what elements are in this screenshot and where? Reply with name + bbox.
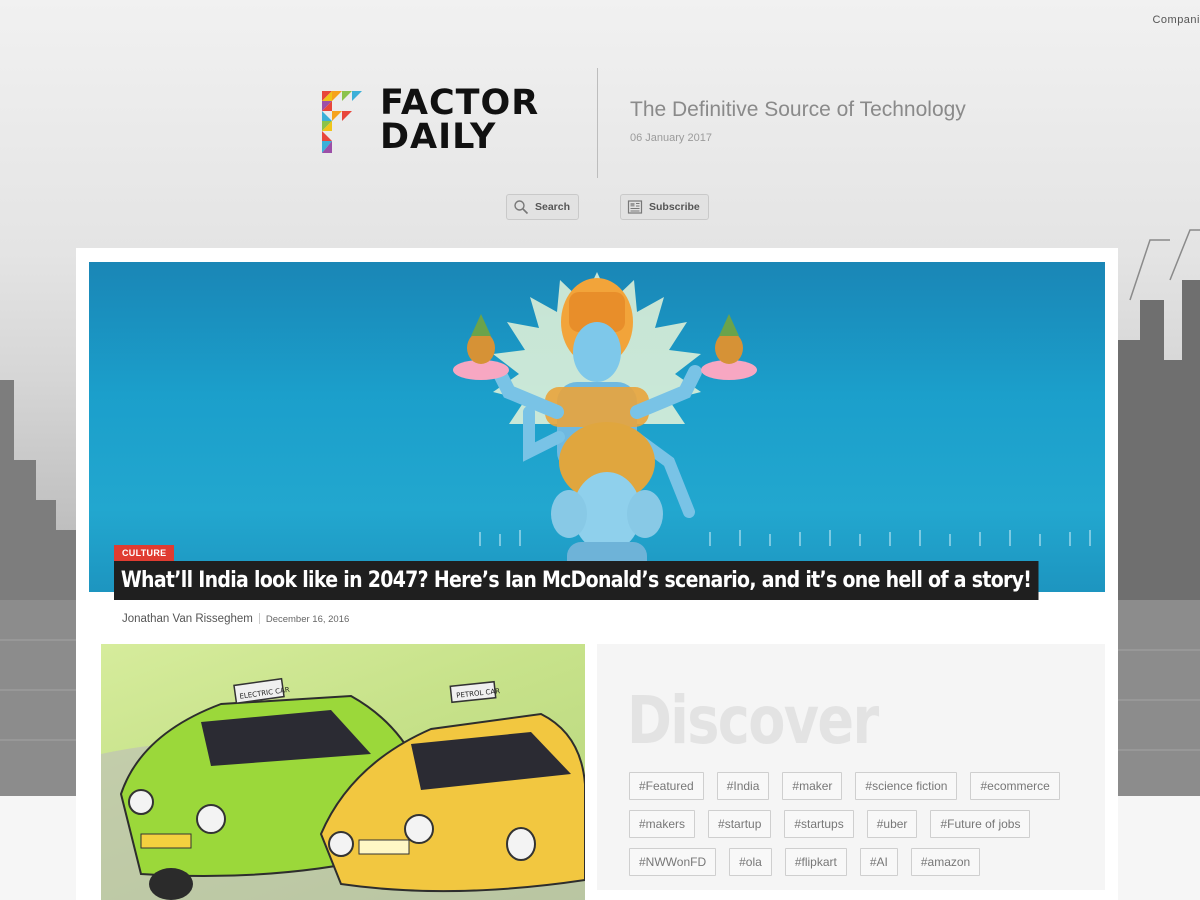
tag-makers[interactable]: #makers <box>629 810 696 838</box>
article-byline: Jonathan Van Risseghem December 16, 2016 <box>122 613 349 625</box>
newspaper-icon <box>627 200 643 214</box>
tag-uber[interactable]: #uber <box>866 810 918 838</box>
tag-nwwonfd[interactable]: #NWWonFD <box>629 848 717 876</box>
search-button-label: Search <box>535 201 571 213</box>
current-date: 06 January 2017 <box>630 132 712 144</box>
tag-amazon[interactable]: #amazon <box>910 848 981 876</box>
article-thumbnail[interactable]: ELECTRIC CAR PETROL CAR <box>101 644 585 900</box>
featured-headline[interactable]: What’ll India look like in 2047? Here’s … <box>114 561 1039 600</box>
factordaily-logo-icon[interactable] <box>322 91 362 153</box>
tag-row-3: #NWWonFD #ola #flipkart #AI #amazon <box>629 848 1089 876</box>
search-icon <box>514 200 529 215</box>
discover-panel: Discover #Featured #India #maker #scienc… <box>597 644 1105 890</box>
byline-divider <box>258 613 260 625</box>
tag-future-of-jobs[interactable]: #Future of jobs <box>930 810 1031 838</box>
tag-science-fiction[interactable]: #science fiction <box>855 772 958 800</box>
featured-hero-image[interactable] <box>89 262 1105 592</box>
brand-line-2: DAILY <box>380 117 497 157</box>
discover-title: Discover <box>627 682 879 759</box>
author-link[interactable]: Jonathan Van Risseghem <box>122 613 253 625</box>
tag-ai[interactable]: #AI <box>859 848 898 876</box>
article-date: December 16, 2016 <box>265 614 350 625</box>
tag-startups[interactable]: #startups <box>784 810 854 838</box>
tag-row-1: #Featured #India #maker #science fiction… <box>629 772 1089 800</box>
tag-maker[interactable]: #maker <box>782 772 843 800</box>
brand-line-1: FACTOR <box>380 83 540 123</box>
tag-ecommerce[interactable]: #ecommerce <box>970 772 1060 800</box>
content-card: CULTURE What’ll India look like in 2047?… <box>76 248 1118 900</box>
category-badge[interactable]: CULTURE <box>114 545 175 561</box>
search-button[interactable]: Search <box>506 194 580 220</box>
subscribe-button[interactable]: Subscribe <box>620 194 709 220</box>
brand-wordmark[interactable]: FACTOR DAILY <box>380 83 540 157</box>
tag-featured[interactable]: #Featured <box>629 772 704 800</box>
header-divider <box>597 68 598 178</box>
tag-india[interactable]: #India <box>716 772 770 800</box>
subscribe-button-label: Subscribe <box>649 201 700 213</box>
tag-startup[interactable]: #startup <box>708 810 772 838</box>
site-tagline: The Definitive Source of Technology <box>630 98 966 121</box>
top-nav-companies-link[interactable]: Compani <box>1152 14 1200 26</box>
tag-ola[interactable]: #ola <box>729 848 772 876</box>
tag-row-2: #makers #startup #startups #uber #Future… <box>629 810 1089 838</box>
site-header: FACTOR DAILY The Definitive Source of Te… <box>0 0 1200 240</box>
tag-cloud: #Featured #India #maker #science fiction… <box>629 772 1089 886</box>
tag-flipkart[interactable]: #flipkart <box>784 848 847 876</box>
